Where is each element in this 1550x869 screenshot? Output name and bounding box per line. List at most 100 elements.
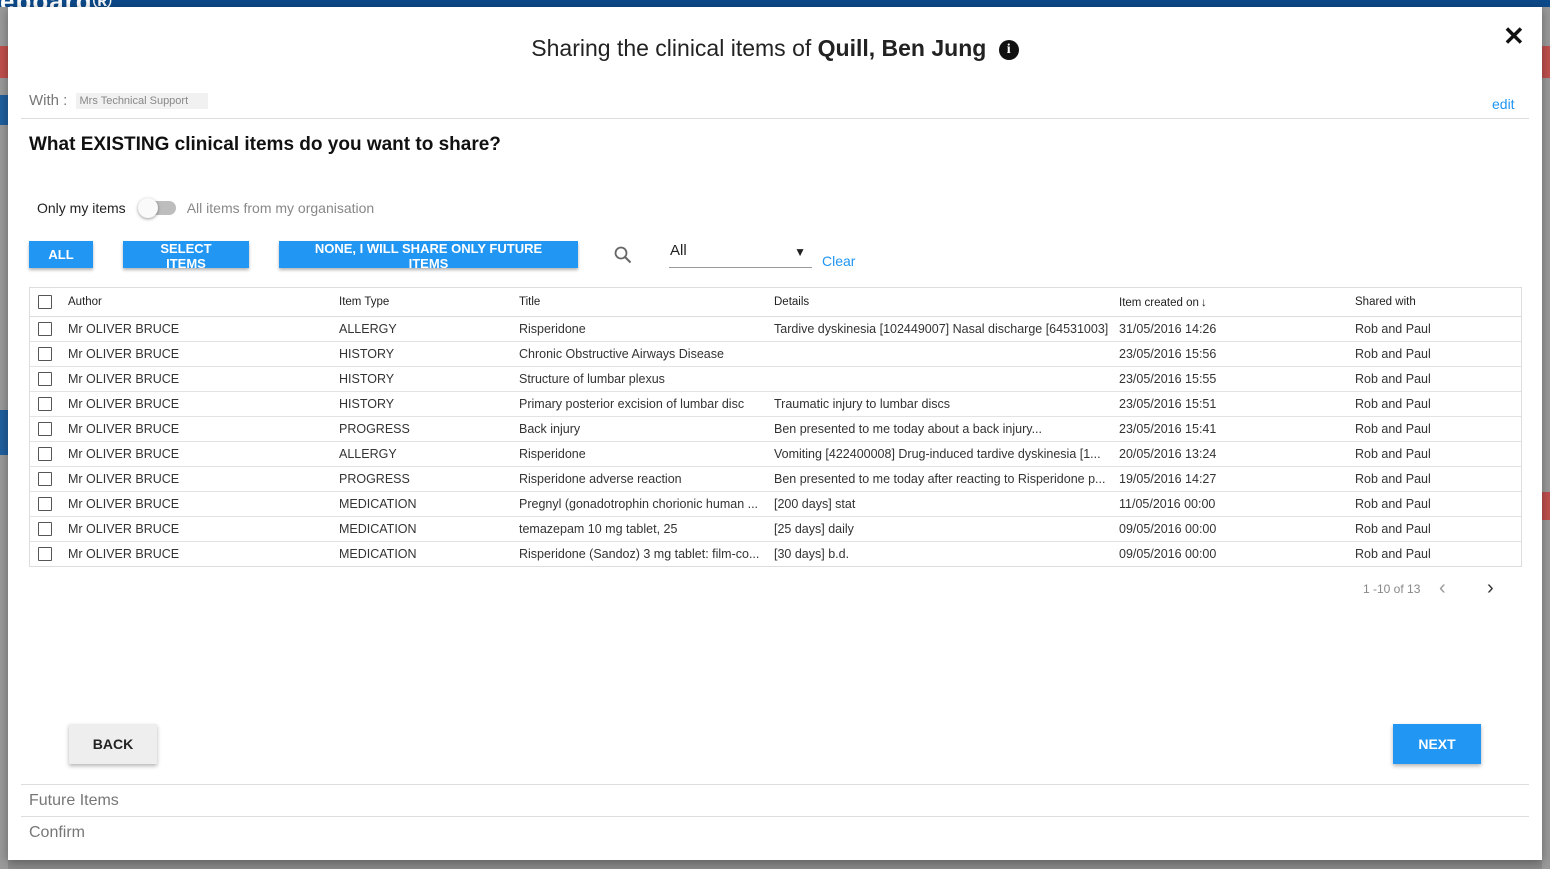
none-future-only-button[interactable]: NONE, I WILL SHARE ONLY FUTURE ITEMS — [279, 241, 578, 271]
cell-shared: Rob and Paul — [1355, 491, 1521, 517]
table-row[interactable]: Mr OLIVER BRUCE PROGRESS Risperidone adv… — [30, 466, 1521, 492]
table-row[interactable]: Mr OLIVER BRUCE ALLERGY Risperidone Tard… — [30, 316, 1521, 342]
cell-created: 20/05/2016 13:24 — [1119, 441, 1355, 467]
col-title[interactable]: Title — [519, 288, 774, 317]
cell-author: Mr OLIVER BRUCE — [68, 341, 339, 367]
cell-title: Risperidone (Sandoz) 3 mg tablet: film-c… — [519, 547, 760, 561]
table-row[interactable]: Mr OLIVER BRUCE HISTORY Chronic Obstruct… — [30, 341, 1521, 367]
cell-type: MEDICATION — [339, 491, 519, 517]
type-filter-select[interactable]: All ▼ — [669, 241, 812, 268]
cell-author: Mr OLIVER BRUCE — [68, 366, 339, 392]
clear-filter-link[interactable]: Clear — [822, 253, 855, 269]
col-author[interactable]: Author — [68, 288, 339, 317]
cell-details: Tardive dyskinesia [102449007] Nasal dis… — [774, 316, 1119, 342]
select-items-button[interactable]: SELECT ITEMS — [123, 241, 249, 271]
divider — [21, 816, 1529, 817]
col-item-type[interactable]: Item Type — [339, 288, 519, 317]
cell-author: Mr OLIVER BRUCE — [68, 316, 339, 342]
step-future-items[interactable]: Future Items — [29, 792, 119, 810]
all-button[interactable]: ALL — [29, 241, 93, 268]
cell-title: Risperidone — [519, 441, 774, 467]
table-row[interactable]: Mr OLIVER BRUCE HISTORY Structure of lum… — [30, 366, 1521, 392]
section-question: What EXISTING clinical items do you want… — [29, 134, 501, 155]
sort-arrow-down-icon[interactable]: ↓ — [1201, 295, 1207, 309]
cell-title: Primary posterior excision of lumbar dis… — [519, 391, 774, 417]
next-button[interactable]: NEXT — [1393, 724, 1481, 764]
cell-type: MEDICATION — [339, 547, 417, 561]
patient-name: Quill, Ben Jung — [817, 35, 987, 61]
cell-title: Structure of lumbar plexus — [519, 366, 774, 392]
row-checkbox[interactable] — [38, 397, 52, 411]
with-label: With : — [29, 92, 68, 109]
row-checkbox[interactable] — [38, 497, 52, 511]
col-created-label: Item created on — [1119, 297, 1199, 309]
back-button[interactable]: BACK — [69, 724, 157, 764]
select-all-checkbox[interactable] — [38, 295, 52, 309]
close-icon[interactable]: ✕ — [1503, 21, 1525, 52]
cell-type: ALLERGY — [339, 441, 519, 467]
search-icon[interactable] — [613, 245, 633, 270]
cell-title: Back injury — [519, 416, 774, 442]
cell-author: Mr OLIVER BRUCE — [68, 416, 339, 442]
dropdown-arrow-icon: ▼ — [794, 245, 806, 259]
chevron-left-icon[interactable]: ‹ — [1439, 577, 1446, 600]
cell-details: Ben presented to me today after reacting… — [774, 466, 1119, 492]
cell-shared: Rob and Paul — [1355, 391, 1521, 417]
col-details[interactable]: Details — [774, 288, 1119, 317]
table-row[interactable]: Mr OLIVER BRUCE MEDICATION Risperidone (… — [30, 542, 1521, 567]
cell-author: Mr OLIVER BRUCE — [68, 441, 339, 467]
table-row[interactable]: Mr OLIVER BRUCE MEDICATION temazepam 10 … — [30, 516, 1521, 542]
cell-title: Risperidone adverse reaction — [519, 466, 774, 492]
cell-title: Risperidone — [519, 316, 774, 342]
cell-created: 09/05/2016 00:00 — [1119, 547, 1217, 561]
cell-title: Chronic Obstructive Airways Disease — [519, 341, 774, 367]
cell-title: Pregnyl (gonadotrophin chorionic human .… — [519, 491, 774, 517]
cell-created: 09/05/2016 00:00 — [1119, 516, 1355, 542]
with-row: With : Mrs Technical Support — [29, 92, 209, 109]
cell-type: ALLERGY — [339, 316, 519, 342]
row-checkbox[interactable] — [38, 472, 52, 486]
cell-details: [200 days] stat — [774, 491, 1119, 517]
scope-toggle-row: Only my items All items from my organisa… — [37, 198, 374, 218]
row-checkbox[interactable] — [38, 347, 52, 361]
only-my-items-label: Only my items — [37, 200, 126, 216]
cell-shared: Rob and Paul — [1355, 341, 1521, 367]
row-checkbox[interactable] — [38, 422, 52, 436]
backdrop-red-bar — [0, 46, 8, 78]
chevron-right-icon[interactable]: › — [1487, 577, 1494, 600]
row-checkbox[interactable] — [38, 447, 52, 461]
row-checkbox[interactable] — [38, 322, 52, 336]
table-row[interactable]: Mr OLIVER BRUCE PROGRESS Back injury Ben… — [30, 416, 1521, 442]
cell-type: HISTORY — [339, 341, 519, 367]
backdrop-red-bar — [1542, 492, 1550, 520]
cell-author: Mr OLIVER BRUCE — [68, 516, 339, 542]
share-dialog: Sharing the clinical items of Quill, Ben… — [8, 7, 1542, 860]
cell-shared: Rob and Paul — [1355, 366, 1521, 392]
col-created[interactable]: Item created on ↓ — [1119, 288, 1355, 317]
toggle-knob[interactable] — [137, 198, 158, 218]
divider — [21, 118, 1529, 119]
cell-author: Mr OLIVER BRUCE — [68, 547, 180, 561]
row-checkbox[interactable] — [38, 372, 52, 386]
scope-toggle[interactable] — [137, 198, 176, 218]
cell-type: HISTORY — [339, 391, 519, 417]
cell-shared: Rob and Paul — [1355, 416, 1521, 442]
col-shared[interactable]: Shared with — [1355, 288, 1521, 317]
cell-author: Mr OLIVER BRUCE — [68, 391, 339, 417]
row-checkbox[interactable] — [38, 522, 52, 536]
cell-created: 23/05/2016 15:51 — [1119, 391, 1355, 417]
table-row[interactable]: Mr OLIVER BRUCE HISTORY Primary posterio… — [30, 391, 1521, 417]
dialog-title-prefix: Sharing the clinical items of — [531, 35, 812, 61]
cell-shared: Rob and Paul — [1355, 316, 1521, 342]
table-row[interactable]: Mr OLIVER BRUCE MEDICATION Pregnyl (gona… — [30, 491, 1521, 517]
cell-title: temazepam 10 mg tablet, 25 — [519, 516, 774, 542]
cell-created: 31/05/2016 14:26 — [1119, 316, 1355, 342]
backdrop-blue-bar — [0, 95, 8, 125]
row-checkbox[interactable] — [38, 547, 52, 561]
cell-details: Ben presented to me today about a back i… — [774, 416, 1119, 442]
edit-recipients-link[interactable]: edit — [1492, 96, 1515, 112]
step-confirm[interactable]: Confirm — [29, 824, 85, 842]
table-row[interactable]: Mr OLIVER BRUCE ALLERGY Risperidone Vomi… — [30, 441, 1521, 467]
info-icon[interactable]: i — [998, 40, 1019, 60]
cell-details — [774, 341, 1119, 367]
